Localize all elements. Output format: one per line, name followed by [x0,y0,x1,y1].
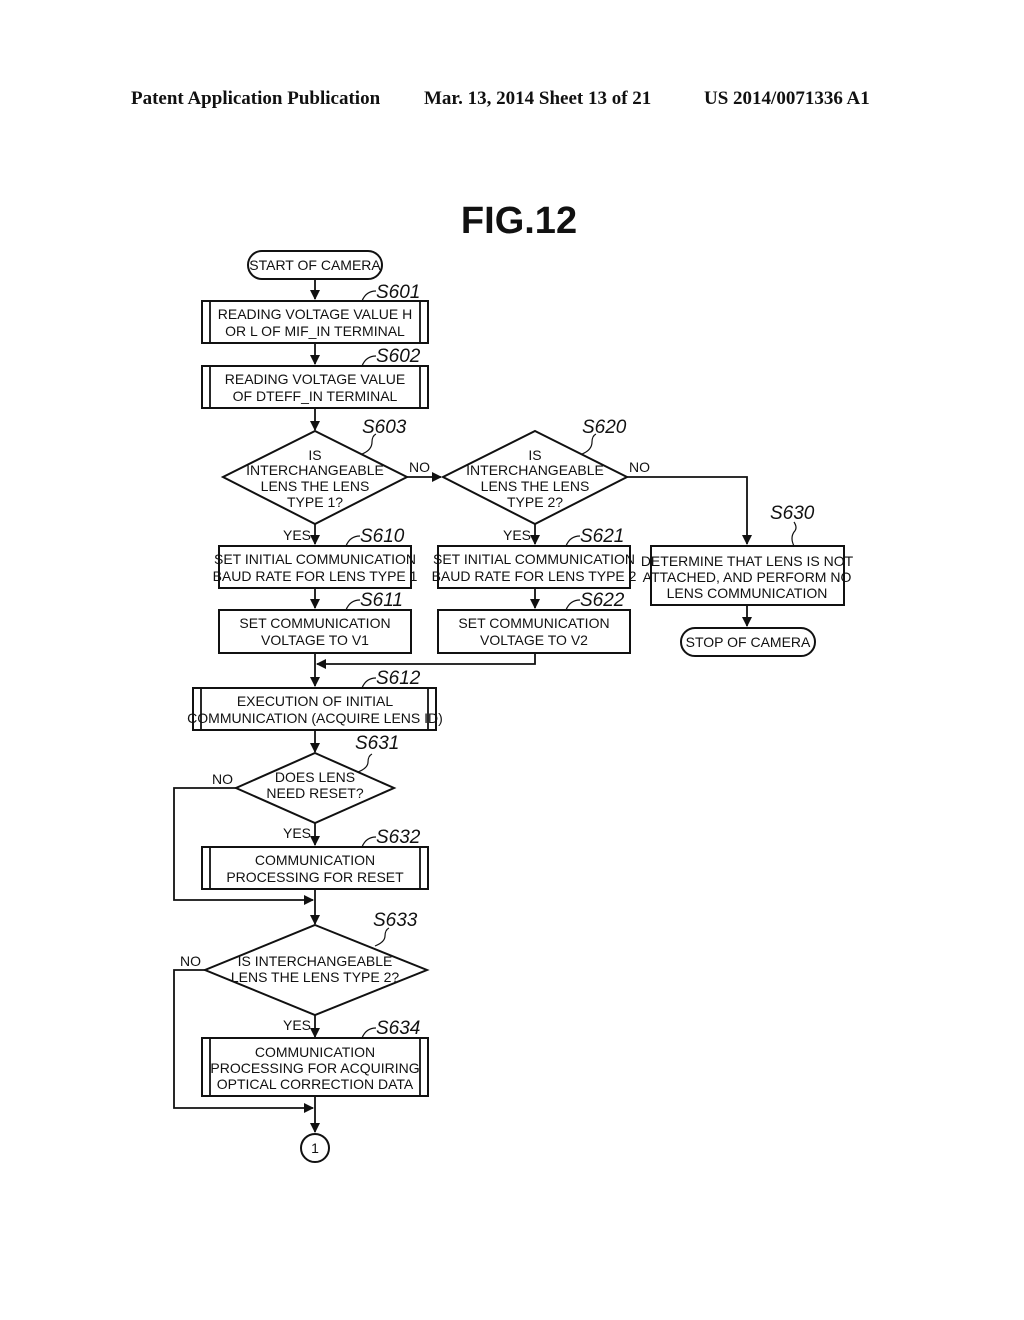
decision-s620: IS INTERCHANGEABLE LENS THE LENS TYPE 2?… [440,417,650,543]
s620-line-2: INTERCHANGEABLE [466,462,604,478]
decision-s631: DOES LENS NEED RESET? S631 NO YES [212,733,399,841]
s611-line-2: VOLTAGE TO V1 [261,632,369,648]
s610-line-2: BAUD RATE FOR LENS TYPE 1 [213,568,418,584]
s611-line-1: SET COMMUNICATION [239,615,390,631]
start-label: START OF CAMERA [249,257,381,273]
s603-line-1: IS [308,447,321,463]
s601-line-1: READING VOLTAGE VALUE H [218,306,413,322]
s631-line-1: DOES LENS [275,769,355,785]
s633-line-1: IS INTERCHANGEABLE [238,953,393,969]
s633-line-2: LENS THE LENS TYPE 2? [231,969,400,985]
s621-step-id: S621 [580,526,624,547]
off-page-connector: 1 [300,1133,330,1163]
s622-line-1: SET COMMUNICATION [458,615,609,631]
s633-yes-label: YES [283,1017,311,1033]
s631-yes-label: YES [283,825,311,841]
s633-step-id: S633 [373,910,418,931]
s611-step-id: S611 [360,590,403,611]
s601-step-id: S601 [376,282,420,303]
s621-line-2: BAUD RATE FOR LENS TYPE 2 [432,568,637,584]
stop-label: STOP OF CAMERA [686,634,811,650]
decision-s633: IS INTERCHANGEABLE LENS THE LENS TYPE 2?… [180,910,430,1033]
s634-step-id: S634 [376,1018,420,1039]
s620-line-3: LENS THE LENS [481,478,590,494]
s612-step-id: S612 [376,668,421,689]
s603-line-2: INTERCHANGEABLE [246,462,384,478]
s632-line-2: PROCESSING FOR RESET [226,869,404,885]
s622-line-2: VOLTAGE TO V2 [480,632,588,648]
s601-line-2: OR L OF MIF_IN TERMINAL [225,323,405,339]
step-s622: SET COMMUNICATION VOLTAGE TO V2 S622 [437,590,631,654]
start-terminal: START OF CAMERA [247,250,383,280]
s602-step-id: S602 [376,346,421,367]
decision-s603: IS INTERCHANGEABLE LENS THE LENS TYPE 1?… [220,417,430,543]
s634-line-3: OPTICAL CORRECTION DATA [217,1076,414,1092]
flowchart: START OF CAMERA READING VOLTAGE VALUE H … [173,250,854,1163]
s610-line-1: SET INITIAL COMMUNICATION [214,551,416,567]
s631-step-id: S631 [355,733,399,754]
s620-line-1: IS [528,447,541,463]
s603-no-label: NO [409,459,430,475]
s603-step-id: S603 [362,417,407,438]
s620-no-label: NO [629,459,650,475]
s634-line-1: COMMUNICATION [255,1044,375,1060]
s603-line-3: LENS THE LENS [261,478,370,494]
arrow-s620-no-s630 [627,476,752,545]
s621-line-1: SET INITIAL COMMUNICATION [433,551,635,567]
s602-line-2: OF DTEFF_IN TERMINAL [233,388,398,404]
s603-line-4: TYPE 1? [287,494,343,510]
s620-yes-label: YES [503,527,531,543]
s620-step-id: S620 [582,417,627,438]
s632-line-1: COMMUNICATION [255,852,375,868]
s631-line-2: NEED RESET? [266,785,363,801]
s622-step-id: S622 [580,590,625,611]
s633-no-label: NO [180,953,201,969]
s610-step-id: S610 [360,526,405,547]
s612-line-2: COMMUNICATION (ACQUIRE LENS ID) [187,710,443,726]
s632-step-id: S632 [376,827,421,848]
s620-line-4: TYPE 2? [507,494,563,510]
s602-line-1: READING VOLTAGE VALUE [225,371,406,387]
s631-no-label: NO [212,771,233,787]
arrow-s622-merge [316,653,536,669]
connector-label: 1 [311,1140,319,1156]
s630-line-3: LENS COMMUNICATION [667,585,828,601]
s630-step-id: S630 [770,503,815,524]
stop-terminal: STOP OF CAMERA [680,627,816,657]
s630-line-1: DETERMINE THAT LENS IS NOT [641,553,854,569]
s612-line-1: EXECUTION OF INITIAL [237,693,394,709]
s603-yes-label: YES [283,527,311,543]
s634-line-2: PROCESSING FOR ACQUIRING [210,1060,419,1076]
s630-line-2: ATTACHED, AND PERFORM NO [643,569,852,585]
